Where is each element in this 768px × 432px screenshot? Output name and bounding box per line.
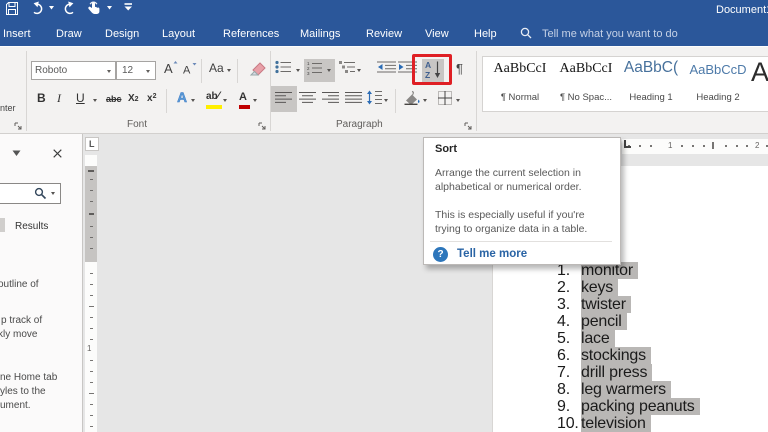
svg-text:A: A xyxy=(183,65,191,76)
svg-text:3: 3 xyxy=(307,71,310,75)
svg-text:A: A xyxy=(164,61,173,75)
